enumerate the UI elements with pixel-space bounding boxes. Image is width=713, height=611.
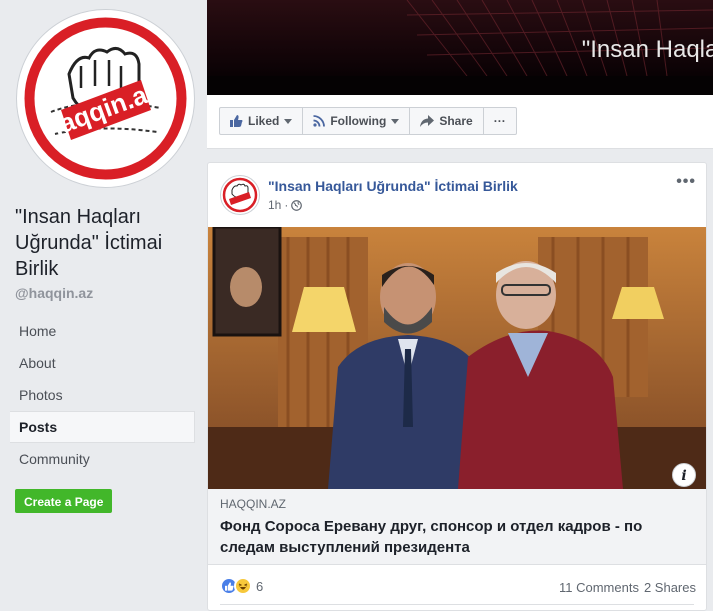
create-page-button[interactable]: Create a Page [15,489,113,513]
nav-item-community[interactable]: Community [10,443,195,475]
post-time-text: 1h [268,198,282,212]
post-link-image[interactable]: i [208,227,706,489]
page-handle[interactable]: @haqqin.az [15,285,93,301]
nav-item-about[interactable]: About [10,347,195,379]
rss-icon [313,115,326,127]
following-button[interactable]: Following [303,108,411,134]
page-avatar[interactable]: haqqin.az [17,10,194,187]
link-title[interactable]: Фонд Сороса Еревану друг, спонсор и отде… [220,516,690,558]
nav-item-photos[interactable]: Photos [10,379,195,411]
liked-label: Liked [248,114,280,128]
share-button[interactable]: Share [410,108,484,134]
post-stats: 6 11 Comments 2 Shares [208,567,706,603]
post-author-name[interactable]: "Insan Haqları Uğrunda" İctimai Birlik [268,178,518,194]
page-nav: Home About Photos Posts Community [10,315,195,475]
page-title: "Insan Haqları Uğrunda" İctimai Birlik [15,206,163,280]
cover-title: "Insan Haqları [581,36,713,63]
link-preview[interactable]: HAQQIN.AZ Фонд Сороса Еревану друг, спон… [208,489,706,565]
reactions-summary[interactable]: 6 [220,577,263,595]
chevron-down-icon [284,118,293,124]
nav-item-home[interactable]: Home [10,315,195,347]
cover-bottom-bar [207,76,713,95]
following-label: Following [330,114,387,128]
share-label: Share [439,114,473,128]
shares-count[interactable]: 2 Shares [644,580,696,595]
separator-dot: · [284,198,289,212]
haqqin-logo-small [222,177,258,213]
haha-icon [234,577,252,595]
globe-icon [291,199,303,211]
engagement-counts: 11 Comments 2 Shares [559,580,696,595]
post-timestamp[interactable]: 1h · [268,198,303,212]
liked-button[interactable]: Liked [220,108,304,134]
more-actions-button[interactable]: ··· [484,108,516,134]
cover-photo[interactable]: "Insan Haqları [207,0,713,95]
more-dots-icon: ··· [493,114,506,128]
thumbs-up-icon [230,115,243,127]
left-column: haqqin.az "Insan Haqları Uğrunda" İctima… [0,0,207,611]
post-author-avatar[interactable] [220,175,260,215]
page-action-bar: Liked Following Share ··· [207,95,713,149]
info-button[interactable]: i [672,463,696,487]
share-arrow-icon [420,115,435,127]
reaction-count: 6 [256,578,264,594]
post-options-button[interactable]: ••• [676,173,696,191]
action-button-group: Liked Following Share ··· [219,107,517,135]
divider [220,604,694,605]
nav-item-posts[interactable]: Posts [10,411,195,443]
link-domain: HAQQIN.AZ [220,497,287,511]
chevron-down-icon [391,118,400,124]
haqqin-logo: haqqin.az [21,14,190,183]
article-photo [208,227,706,489]
comments-count[interactable]: 11 Comments [559,580,639,595]
post-card: "Insan Haqları Uğrunda" İctimai Birlik 1… [207,162,707,611]
